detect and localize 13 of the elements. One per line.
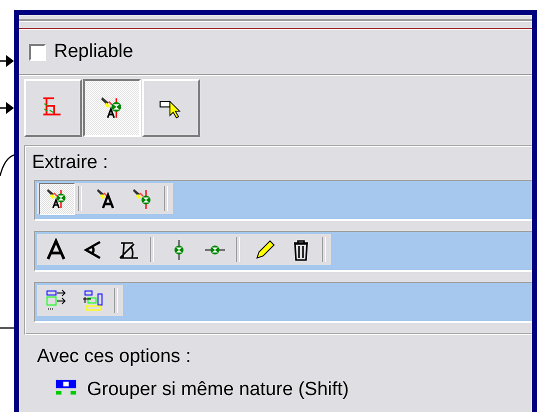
- checkbox[interactable]: [29, 44, 46, 60]
- tool-button[interactable]: [39, 182, 75, 214]
- pencil-icon: [253, 238, 277, 262]
- option-label: Grouper si même nature (Shift): [87, 379, 349, 401]
- checkbox-label: Repliable: [54, 41, 134, 63]
- callout-arrow: [0, 102, 14, 114]
- mode-button[interactable]: [83, 79, 141, 137]
- boxes-icon: [81, 288, 105, 312]
- callout-line: [0, 154, 14, 176]
- section-label: Extraire :: [31, 151, 108, 175]
- callout-line: [0, 327, 14, 329]
- callout-arrow: [0, 55, 14, 67]
- section-label: Avec ces options :: [37, 345, 191, 369]
